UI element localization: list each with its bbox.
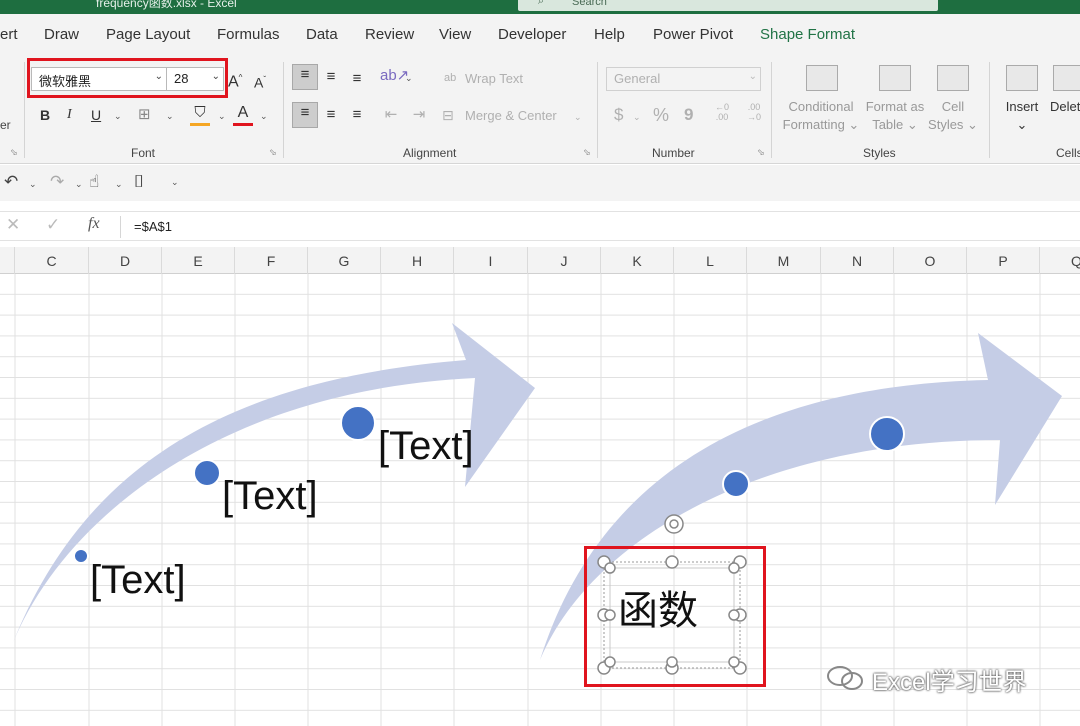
timeline-dot	[869, 416, 905, 452]
excel-window: frequency函数.xlsx - Excel ⌕ Search ert Dr…	[0, 0, 1080, 726]
rotate-handle-icon	[664, 514, 684, 534]
timeline-dot	[340, 405, 376, 441]
smartart-text[interactable]: [Text]	[90, 558, 186, 603]
highlight-box-font	[27, 58, 228, 98]
wechat-icon	[827, 666, 863, 690]
highlight-box-shape	[584, 546, 766, 687]
smartart-text[interactable]: [Text]	[378, 424, 474, 469]
timeline-dot	[73, 548, 89, 564]
timeline-dot	[193, 459, 221, 487]
smartart-layer	[10, 323, 1062, 675]
timeline-dot	[722, 470, 750, 498]
smartart-text[interactable]: [Text]	[222, 474, 318, 519]
watermark-text: Excel学习世界	[872, 669, 1027, 696]
